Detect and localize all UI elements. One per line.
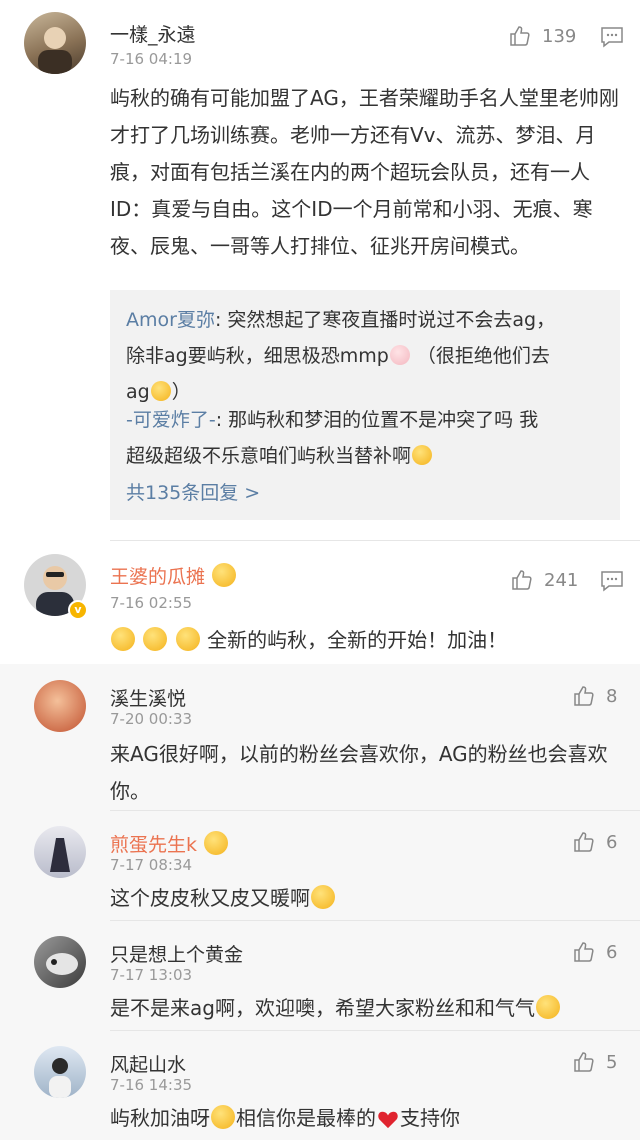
like-count: 6: [606, 831, 618, 853]
reply-text: : 那屿秋和梦泪的位置不是冲突了吗 我: [215, 409, 539, 431]
like-count: 139: [542, 25, 577, 47]
user-name-text: 王婆的瓜摊: [110, 566, 206, 588]
avatar[interactable]: [34, 680, 86, 732]
comment-time: 7-20 00:33: [110, 710, 193, 728]
sub-comment-item: 溪生溪悦 7-20 00:33 8 来AG很好啊，以前的粉丝会喜欢你，AG的粉丝…: [0, 664, 640, 810]
verified-badge-icon: v: [68, 600, 88, 620]
laugh-emoji-icon: [150, 381, 171, 401]
like-count: 6: [606, 941, 618, 963]
comment-item: v 王婆的瓜摊 7-16 02:55 241 全新的屿秋，全新的开始！加油！: [0, 540, 640, 664]
comment-time: 7-17 08:34: [110, 856, 193, 874]
comment-text: 屿秋的确有可能加盟了AG，王者荣耀助手名人堂里老帅刚才打了几场训练赛。老帅一方还…: [110, 86, 619, 258]
heart-eyes-emoji-icon: [204, 831, 229, 855]
sub-comment-item: 风起山水 7-16 14:35 5 屿秋加油呀 相信你是最棒的 支持你: [0, 1030, 640, 1140]
heart-icon: [378, 1111, 398, 1129]
like-button[interactable]: 8: [572, 684, 617, 708]
reply-text: ag: [126, 381, 150, 403]
comment-text-content: 这个皮皮秋又皮又暖啊: [110, 886, 310, 910]
reply-item: Amor夏弥: 突然想起了寒夜直播时说过不会去ag， 除非ag要屿秋，细思极恐m…: [126, 302, 606, 410]
kiss-emoji-icon: [175, 627, 200, 651]
comment-text: 屿秋加油呀 相信你是最棒的 支持你: [110, 1100, 610, 1137]
thumbs-up-icon: [512, 570, 532, 590]
comment-text: 是不是来ag啊，欢迎噢，希望大家粉丝和和气气: [110, 990, 610, 1027]
avatar-image-icon: [50, 838, 70, 872]
reply-text: 除非ag要屿秋，细思极恐mmp: [126, 345, 389, 367]
comment-time: 7-16 02:55: [110, 594, 193, 612]
avatar[interactable]: [34, 826, 86, 878]
avatar[interactable]: [34, 1046, 86, 1098]
hug-emoji-icon: [311, 885, 335, 909]
sub-comment-item: 只是想上个黄金 7-17 13:03 6 是不是来ag啊，欢迎噢，希望大家粉丝和…: [0, 920, 640, 1030]
avatar-image-icon: [38, 27, 72, 74]
user-name-text: 煎蛋先生k: [110, 834, 198, 856]
reply-user[interactable]: Amor夏弥: [126, 309, 215, 331]
avatar-image-icon: [46, 953, 78, 975]
like-count: 5: [606, 1051, 618, 1073]
reply-text: （很拒绝他们去: [416, 345, 550, 367]
user-name[interactable]: 风起山水: [110, 1050, 186, 1077]
comment-text: 全新的屿秋，全新的开始！加油！: [110, 622, 626, 659]
reply-item: -可爱炸了-: 那屿秋和梦泪的位置不是冲突了吗 我 超级超级不乐意咱们屿秋当替补…: [126, 402, 606, 474]
reply-text: 超级超级不乐意咱们屿秋当替补啊: [126, 445, 412, 467]
comment-time: 7-16 14:35: [110, 1076, 193, 1094]
like-button[interactable]: 139: [508, 24, 576, 48]
comment-text: 这个皮皮秋又皮又暖啊: [110, 880, 610, 917]
like-count: 241: [544, 569, 579, 591]
user-name[interactable]: 溪生溪悦: [110, 684, 186, 711]
sleepy-emoji-icon: [412, 445, 433, 465]
comment-text-content: 全新的屿秋，全新的开始！加油！: [207, 628, 508, 652]
comment-icon[interactable]: [600, 26, 624, 52]
kiss-emoji-icon: [143, 627, 168, 651]
comment-icon[interactable]: [600, 570, 624, 596]
like-button[interactable]: 241: [510, 568, 578, 592]
like-button[interactable]: 5: [572, 1050, 617, 1074]
thinking-emoji-icon: [211, 1105, 235, 1129]
comment-time: 7-16 04:19: [110, 50, 193, 68]
avatar-image-icon: [49, 1058, 71, 1098]
avatar[interactable]: [24, 12, 86, 74]
like-button[interactable]: 6: [572, 940, 617, 964]
comment-time: 7-17 13:03: [110, 966, 193, 984]
sub-comment-item: 煎蛋先生k 7-17 08:34 6 这个皮皮秋又皮又暖啊: [0, 810, 640, 920]
comment-text-content: 是不是来ag啊，欢迎噢，希望大家粉丝和和气气: [110, 996, 535, 1020]
thumbs-up-icon: [574, 832, 594, 852]
heart-eyes-emoji-icon: [212, 563, 237, 587]
reply-user[interactable]: -可爱炸了-: [126, 409, 216, 431]
view-all-replies-link[interactable]: 共135条回复 >: [126, 478, 260, 505]
comment-text-content: 屿秋加油呀: [110, 1106, 210, 1130]
comment-text-content: 相信你是最棒的: [236, 1106, 376, 1130]
comment-item: 一樣_永遠 7-16 04:19 139 屿秋的确有可能加盟了AG，王者荣耀助手…: [0, 0, 640, 540]
thumbs-up-icon: [574, 686, 594, 706]
reply-text: ）: [171, 381, 191, 403]
thumbs-up-icon: [574, 942, 594, 962]
comment-text-content: 支持你: [400, 1106, 460, 1130]
user-name[interactable]: 王婆的瓜摊: [110, 562, 237, 589]
thumbs-up-icon: [510, 26, 530, 46]
kiss-emoji-icon: [111, 627, 135, 651]
like-button[interactable]: 6: [572, 830, 617, 854]
pig-emoji-icon: [389, 345, 410, 365]
reply-text: : 突然想起了寒夜直播时说过不会去ag，: [214, 309, 556, 331]
like-count: 8: [606, 685, 618, 707]
thumbs-up-icon: [574, 1052, 594, 1072]
user-name[interactable]: 一樣_永遠: [110, 20, 196, 47]
smile-emoji-icon: [535, 995, 560, 1019]
reply-preview-box[interactable]: Amor夏弥: 突然想起了寒夜直播时说过不会去ag， 除非ag要屿秋，细思极恐m…: [110, 290, 620, 520]
user-name[interactable]: 煎蛋先生k: [110, 830, 229, 857]
avatar[interactable]: [34, 936, 86, 988]
comment-text: 来AG很好啊，以前的粉丝会喜欢你，AG的粉丝也会喜欢你。: [110, 742, 608, 803]
user-name[interactable]: 只是想上个黄金: [110, 940, 243, 967]
